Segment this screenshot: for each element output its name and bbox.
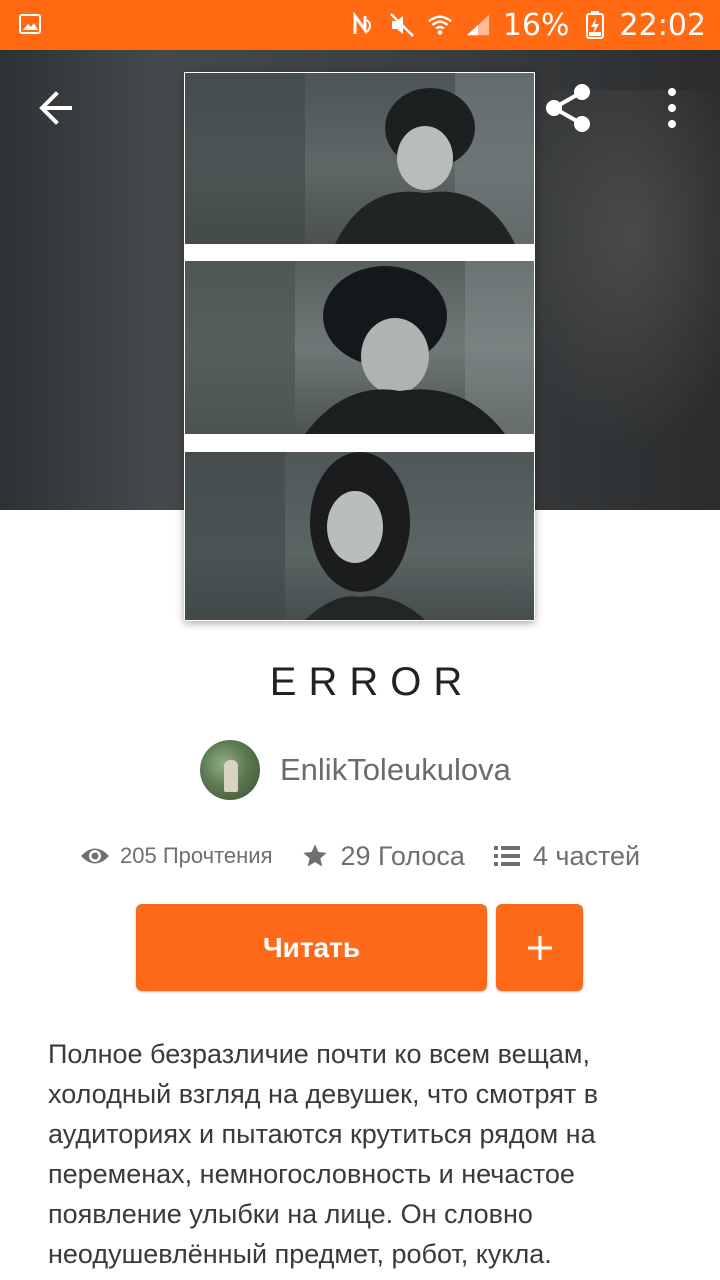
author-link[interactable]: EnlikToleukulova [200, 740, 511, 800]
parts-stat[interactable]: 4 частей [493, 841, 640, 872]
share-button[interactable] [540, 80, 596, 136]
status-bar: 16% 22:02 [0, 0, 720, 50]
clock: 22:02 [619, 7, 706, 43]
description-line: переменах, немногословность и нечастое [48, 1159, 575, 1189]
reads-count: 205 Прочтения [120, 843, 273, 868]
read-button[interactable]: Читать [136, 904, 487, 991]
share-icon [546, 84, 590, 132]
star-icon [301, 842, 329, 870]
description-line: холодный взгляд на девушек, что смотрят … [48, 1079, 599, 1109]
description-line: появление улыбки на лице. Он словно [48, 1199, 533, 1229]
more-options-button[interactable] [656, 84, 688, 132]
votes-count: 29 Голоса [340, 840, 465, 871]
mute-icon [389, 12, 415, 38]
description-line: Полное безразличие почти ко всем вещам, [48, 1039, 590, 1069]
votes-stat: 29 Голоса [301, 841, 465, 872]
plus-icon [527, 935, 552, 960]
story-cover[interactable] [184, 72, 535, 621]
signal-icon [465, 12, 491, 38]
more-vert-icon [668, 88, 676, 128]
battery-charging-icon [582, 11, 608, 39]
eye-icon [80, 845, 110, 867]
battery-percent: 16% [502, 7, 570, 43]
back-button[interactable] [34, 86, 78, 130]
wifi-icon [427, 12, 453, 38]
parts-count[interactable]: 4 частей [533, 841, 640, 872]
gallery-icon [18, 12, 42, 36]
list-icon [493, 844, 521, 868]
reads-stat: 205 Прочтения [80, 843, 273, 869]
arrow-back-icon [39, 91, 72, 125]
story-description: Полное безразличие почти ко всем вещам, … [48, 1034, 678, 1274]
description-line: неодушевлённый предмет, робот, кукла. [48, 1239, 552, 1269]
cover-panel-1 [185, 73, 534, 244]
description-line: аудиториях и пытаются крутиться рядом на [48, 1119, 596, 1149]
story-stats: 205 Прочтения 29 Голоса 4 частей [80, 836, 640, 876]
cover-panel-2 [185, 261, 534, 434]
add-to-library-button[interactable] [496, 904, 583, 991]
story-title: ERROR [269, 660, 475, 704]
author-name[interactable]: EnlikToleukulova [280, 752, 511, 788]
avatar[interactable] [200, 740, 260, 800]
cover-panel-3 [185, 452, 534, 620]
nfc-icon [351, 12, 377, 38]
